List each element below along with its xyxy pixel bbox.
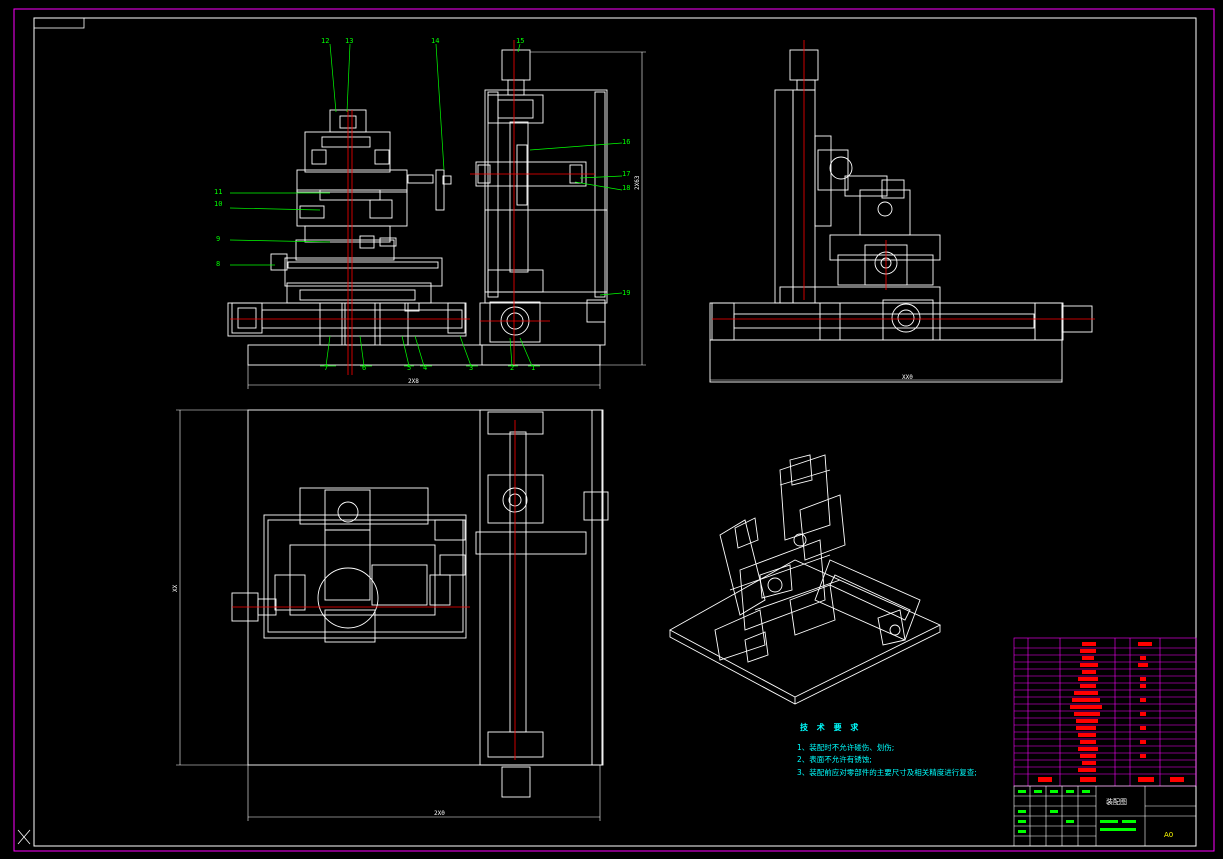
balloon-1: 1 [531,364,536,372]
balloon-6: 6 [362,364,367,372]
balloon-8: 8 [216,260,221,268]
requirement-line-1: 1、装配时不允许碰伤、划伤; [797,742,895,752]
balloon-3: 3 [469,364,474,372]
balloon-11: 11 [214,188,223,196]
balloon-4: 4 [423,364,428,372]
balloon-9: 9 [216,235,221,243]
balloon-13: 13 [345,37,354,45]
requirement-line-3: 3、装配前应对零部件的主要尺寸及相关精度进行复查; [797,767,977,777]
balloon-14: 14 [431,37,440,45]
dimension-front-width: 2X8 [408,378,419,385]
drawing-title: 装配图 [1106,798,1127,806]
balloon-15: 15 [516,37,525,45]
technical-requirements: 技 术 要 求 1、装配时不允许碰伤、划伤; 2、表面不允许有锈蚀; 3、装配前… [797,722,977,779]
balloon-10: 10 [214,200,223,208]
dimension-plan-width: 2X0 [434,810,445,817]
balloon-7: 7 [324,364,329,372]
balloon-19: 19 [622,289,631,297]
balloon-2: 2 [510,364,515,372]
balloon-16: 16 [622,138,631,146]
cad-drawing [0,0,1223,859]
dimension-plan-height: XX [172,584,179,592]
balloon-5: 5 [407,364,412,372]
balloon-12: 12 [321,37,330,45]
sheet-size: A0 [1164,831,1174,839]
requirement-line-2: 2、表面不允许有锈蚀; [797,755,872,764]
balloon-18: 18 [622,184,631,192]
dimension-front-height: 2X63 [634,175,641,190]
technical-requirements-title: 技 术 要 求 [800,723,862,732]
dimension-side-width: XX0 [902,374,913,381]
balloon-17: 17 [622,170,631,178]
